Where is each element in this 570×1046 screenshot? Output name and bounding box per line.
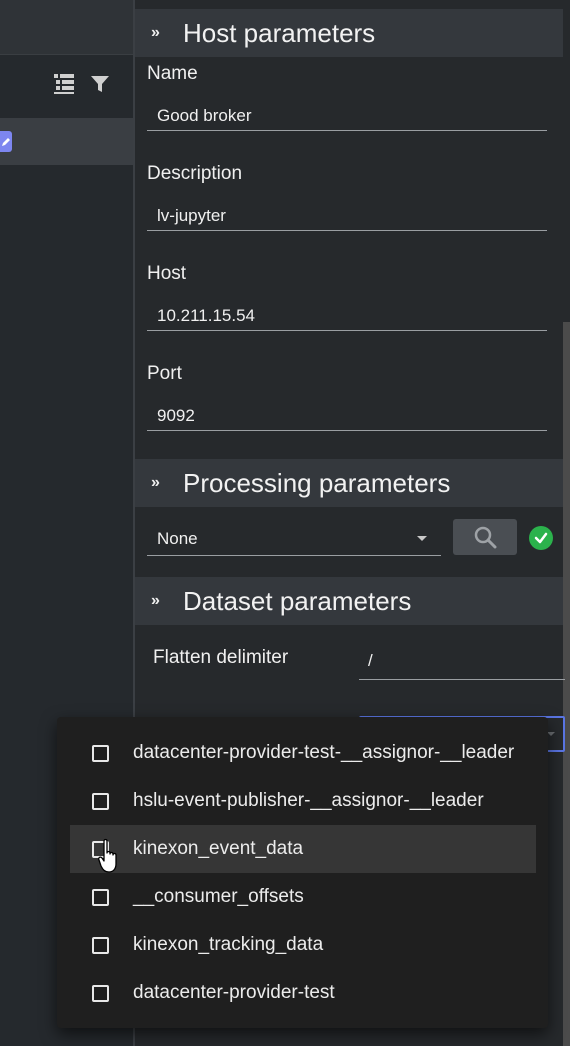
edit-icon[interactable] [0,131,12,152]
option-label: kinexon_event_data [133,838,304,859]
section-title: Dataset parameters [183,585,412,616]
section-title: Host parameters [183,17,376,48]
host-underline [147,330,547,331]
sidebar-selected-item[interactable] [0,118,133,165]
option-label: __consumer_offsets [133,886,304,907]
processing-select-value: None [157,529,198,548]
name-underline [147,130,547,131]
checkbox[interactable] [92,744,109,762]
description-underline [147,230,547,231]
port-input[interactable]: 9092 [157,406,195,426]
description-input[interactable]: lv-jupyter [157,206,226,226]
sidebar-toolbar [52,72,110,101]
collapse-chevron-icon: » [151,24,160,41]
collapse-chevron-icon: » [151,592,160,609]
dropdown-option[interactable]: kinexon_tracking_data [70,921,536,969]
port-underline [147,430,547,431]
option-label: datacenter-provider-test-__assignor-__le… [133,742,515,763]
filter-icon[interactable] [90,74,110,99]
name-label: Name [147,63,198,84]
search-icon [474,526,497,549]
collapse-chevron-icon: » [151,474,160,491]
dropdown-option[interactable]: hslu-event-publisher-__assignor-__leader [70,777,536,825]
option-label: datacenter-provider-test [133,982,335,1003]
dropdown-caret-icon [417,536,427,541]
host-label: Host [147,263,187,284]
dataset-parameters-header[interactable]: » Dataset parameters [135,577,563,625]
dropdown-option[interactable]: kinexon_event_data [70,825,536,873]
checkbox[interactable] [92,936,109,954]
hand-pointer-icon [98,838,122,879]
topic-dropdown-menu: datacenter-provider-test-__assignor-__le… [57,717,548,1028]
sidebar-header [0,0,133,55]
check-circle-icon [529,526,553,550]
background-edge [563,322,570,1046]
checkbox[interactable] [92,792,109,810]
checkbox[interactable] [92,984,109,1002]
checkbox[interactable] [92,888,109,906]
section-title: Processing parameters [183,467,451,498]
dropdown-option[interactable]: datacenter-provider-test-__assignor-__le… [70,729,536,777]
tree-view-icon[interactable] [52,72,76,101]
search-button[interactable] [453,519,517,555]
processing-parameters-header[interactable]: » Processing parameters [135,459,563,507]
dropdown-caret-icon [547,732,555,736]
name-input[interactable]: Good broker [157,106,252,126]
port-label: Port [147,363,182,384]
dropdown-option[interactable]: datacenter-provider-test [70,969,536,1017]
processing-select[interactable]: None [147,522,441,556]
dropdown-option[interactable]: __consumer_offsets [70,873,536,921]
flatten-delimiter-label: Flatten delimiter [153,647,289,668]
option-label: hslu-event-publisher-__assignor-__leader [133,790,484,811]
flatten-delimiter-underline [359,679,565,680]
option-label: kinexon_tracking_data [133,934,324,955]
description-label: Description [147,163,243,184]
host-input[interactable]: 10.211.15.54 [157,306,255,326]
flatten-delimiter-input[interactable]: / [368,651,373,671]
host-parameters-header[interactable]: » Host parameters [135,9,563,57]
